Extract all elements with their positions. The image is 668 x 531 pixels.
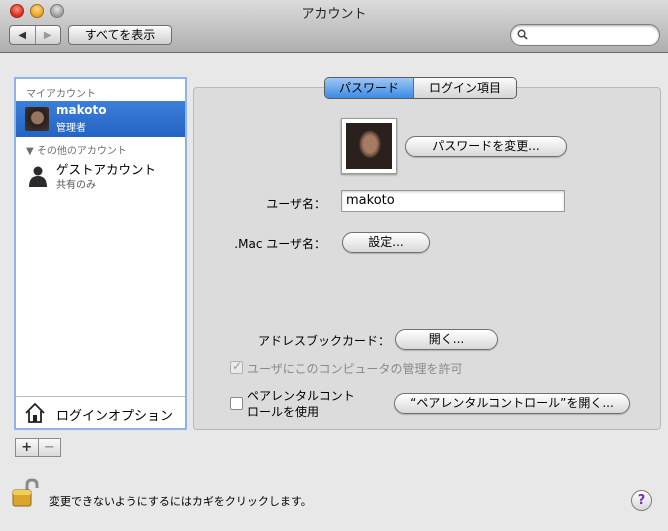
add-remove-control: + − [15,438,61,457]
my-account-header: マイアカウント [26,89,96,100]
address-book-label: アドレスブックカード： [257,334,390,348]
title-bar: アカウント ◀ ▶ すべてを表示 [0,0,668,53]
open-address-card-button[interactable]: 開く... [395,329,498,350]
admin-checkbox[interactable]: ✓ [230,359,243,374]
back-forward-control: ◀ ▶ [9,25,61,45]
parental-checkbox-label-1: ペアレンタルコント [247,389,355,403]
guest-user-icon [29,166,47,187]
user-avatar [25,107,49,131]
search-icon [517,29,528,40]
parental-checkbox-label-2: ロールを使用 [247,405,320,419]
accounts-list[interactable]: マイアカウント makoto 管理者 ▼ その他のアカウント ゲストアカウント … [14,77,187,430]
login-options-label: ログインオプション [56,409,174,424]
forward-button[interactable]: ▶ [34,26,61,44]
username-field[interactable]: makoto [341,190,565,212]
back-button[interactable]: ◀ [10,26,35,44]
other-accounts-header[interactable]: ▼ その他のアカウント [26,142,127,157]
add-account-button[interactable]: + [16,439,38,456]
lock-instruction-text: 変更できないようにするにはカギをクリックします。 [49,495,312,508]
mac-setup-button[interactable]: 設定... [342,232,430,253]
lock-icon[interactable] [10,477,42,509]
remove-account-button[interactable]: − [37,439,61,456]
show-all-button[interactable]: すべてを表示 [68,25,172,45]
user-picture[interactable] [341,118,397,174]
account-name: makoto [56,103,107,117]
login-options-row[interactable]: ログインオプション [16,396,185,428]
guest-account-role: 共有のみ [56,180,96,191]
parental-controls-checkbox[interactable] [230,397,243,410]
tab-bar: パスワード ログイン項目 [324,77,517,99]
search-input[interactable] [510,24,660,46]
account-role: 管理者 [56,123,86,134]
tab-password[interactable]: パスワード [325,78,413,98]
user-photo [346,123,392,169]
change-password-button[interactable]: パスワードを変更... [405,136,567,157]
window-title: アカウント [301,7,367,22]
mac-username-label: .Mac ユーザ名： [234,237,326,251]
admin-checkbox-label: ユーザにこのコンピュータの管理を許可 [247,362,463,376]
home-icon [25,402,45,423]
username-label: ユーザ名： [266,197,326,211]
help-button[interactable]: ? [631,490,652,511]
open-parental-controls-button[interactable]: “ペアレンタルコントロール”を開く... [394,393,630,414]
tab-login-items[interactable]: ログイン項目 [413,78,516,98]
